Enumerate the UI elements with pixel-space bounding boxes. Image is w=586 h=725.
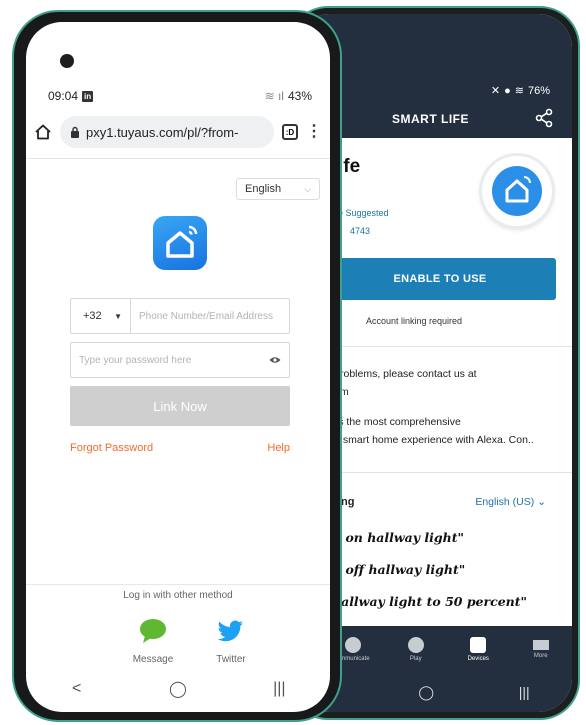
header-title: SMART LIFE (392, 112, 469, 126)
message-label: Message (132, 654, 174, 665)
smart-life-app-logo (153, 216, 207, 270)
front-camera (60, 54, 74, 68)
screenshot-stage: ✕ ● ≋ 76% SMART LIFE ife e Suggested 474… (0, 0, 586, 725)
url-text: pxy1.tuyaus.com/pl/?from- (86, 124, 239, 140)
phone-email-row: +32 ▼ (70, 298, 290, 334)
tab-play[interactable]: Play (391, 636, 441, 662)
help-link[interactable]: Help (267, 442, 290, 454)
tab-label: Play (409, 655, 422, 662)
twitter-login-button[interactable]: Twitter (196, 616, 266, 665)
divider (26, 584, 330, 585)
divider (26, 158, 330, 159)
back-nav-icon[interactable]: < (62, 680, 92, 698)
language-select[interactable]: English ⌵ (236, 178, 320, 200)
account-linking-note: Account linking required (366, 316, 463, 326)
front-battery: 43% (287, 89, 312, 103)
address-bar[interactable]: pxy1.tuyaus.com/pl/?from- (60, 116, 274, 148)
tab-label: More (533, 652, 548, 659)
country-code-select[interactable]: +32 ▼ (71, 299, 131, 333)
language-value: English (US) (475, 496, 535, 508)
twitter-bird-icon (217, 620, 243, 642)
show-password-eye-icon[interactable] (269, 356, 281, 364)
skill-logo (482, 156, 552, 226)
tab-more[interactable]: More (516, 639, 566, 659)
description-line[interactable]: led smart home experience with Alexa. Co… (326, 434, 534, 446)
back-status-bar: ✕ ● ≋ 76% (490, 84, 550, 98)
message-bubble-icon (140, 619, 166, 643)
caret-down-icon: ▼ (114, 311, 122, 321)
home-nav-icon[interactable]: ◯ (163, 679, 193, 699)
language-dropdown[interactable]: English (US) ⌄ (475, 496, 546, 508)
message-login-button[interactable]: Message (118, 616, 188, 665)
location-icon: ● (504, 84, 511, 97)
forgot-password-link[interactable]: Forgot Password (70, 442, 153, 454)
recents-nav-icon[interactable]: ||| (264, 680, 294, 698)
rating-count[interactable]: 4743 (350, 226, 370, 236)
chevron-down-icon: ⌵ (304, 183, 311, 194)
tab-switcher-button[interactable]: :D (282, 124, 298, 140)
suggested-label: e Suggested (338, 208, 389, 218)
description-line: y problems, please contact us at (326, 368, 477, 380)
utterance: hallway light to 50 percent" (332, 594, 528, 609)
front-status-bar: 09:04 in ≋ ıl 43% (48, 89, 312, 103)
country-code-value: +32 (83, 310, 102, 322)
password-input[interactable] (79, 354, 269, 366)
back-battery: 76% (527, 84, 550, 97)
status-time: 09:04 (48, 89, 79, 103)
front-android-nav: < ◯ ||| (26, 666, 330, 712)
utterance: n on hallway light" (332, 530, 464, 545)
browser-toolbar: pxy1.tuyaus.com/pl/?from- :D ⋮ (26, 110, 330, 154)
link-now-button[interactable]: Link Now (70, 386, 290, 426)
password-row (70, 342, 290, 378)
smart-life-logo-icon (492, 166, 542, 216)
mute-icon: ✕ (490, 85, 501, 97)
front-phone: 09:04 in ≋ ıl 43% pxy1.tuyaus.com/pl/?fr… (12, 10, 342, 722)
browser-screen: 09:04 in ≋ ıl 43% pxy1.tuyaus.com/pl/?fr… (26, 22, 330, 712)
home-icon[interactable] (34, 123, 52, 141)
share-icon[interactable] (534, 108, 554, 128)
chevron-down-icon: ⌄ (537, 496, 546, 508)
recents-nav-icon[interactable]: ||| (519, 684, 530, 700)
chat-bubble-icon (345, 636, 362, 653)
other-method-title: Log in with other method (123, 590, 233, 601)
linkedin-icon: in (82, 90, 94, 102)
language-select-value: English (245, 183, 282, 195)
tab-devices[interactable]: Devices (453, 636, 503, 662)
description-line: fers the most comprehensive (326, 416, 461, 428)
hamburger-icon (532, 639, 549, 650)
more-menu-icon[interactable]: ⋮ (306, 124, 322, 140)
play-icon (407, 636, 424, 653)
twitter-label: Twitter (216, 654, 246, 665)
enable-to-use-button[interactable]: ENABLE TO USE (324, 258, 556, 300)
lock-icon (71, 126, 79, 138)
devices-house-icon (470, 636, 487, 653)
utterance: n off hallway light" (332, 562, 466, 577)
wifi-signal-icon: ≋ ıl (264, 89, 284, 103)
tab-label: Devices (467, 655, 489, 662)
home-nav-icon[interactable]: ◯ (418, 684, 434, 701)
wifi-icon: ≋ (514, 85, 524, 97)
phone-email-input[interactable] (131, 310, 289, 322)
